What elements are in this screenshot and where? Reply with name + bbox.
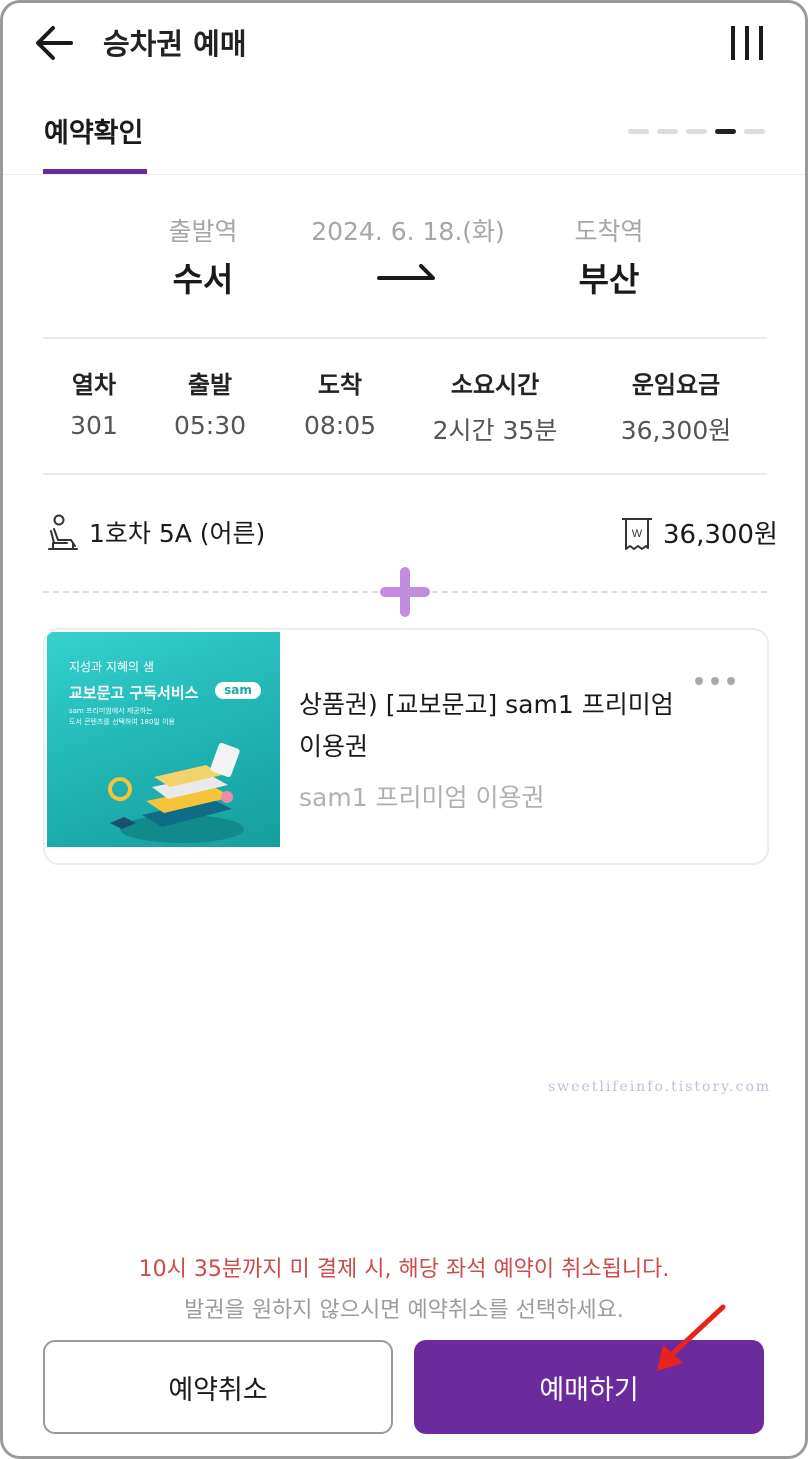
menu-icon — [731, 26, 763, 60]
product-subtitle: sam1 프리미엄 이용권 — [299, 783, 545, 812]
svg-text:W: W — [632, 528, 643, 540]
step-label: 예약확인 — [44, 118, 144, 149]
column-value: 2시간 35분 — [432, 416, 558, 445]
column-header: 소요시간 — [450, 371, 540, 399]
more-options-icon[interactable] — [693, 670, 737, 692]
tab-reservation-confirm: 예약확인 — [43, 107, 147, 175]
product-title: 상품권) [교보문고] sam1 프리미엄 이용권 — [299, 690, 674, 761]
purchase-button[interactable]: 예매하기 — [414, 1340, 764, 1434]
departure-station: 수서 — [172, 260, 234, 299]
divider — [3, 174, 805, 175]
divider — [43, 473, 767, 475]
cancel-reservation-button[interactable]: 예약취소 — [43, 1340, 393, 1434]
route-arrow-icon — [377, 264, 435, 280]
column-header: 운임요금 — [631, 371, 721, 399]
column-value: 08:05 — [303, 411, 377, 440]
step-dot-3 — [686, 129, 707, 134]
divider — [43, 337, 767, 339]
duration-column: 소요시간 2시간 35분 — [420, 365, 570, 447]
step-dot-1 — [628, 129, 649, 134]
watermark: sweetlifeinfo.tistory.com — [548, 1079, 772, 1095]
seat-icon — [48, 514, 78, 550]
arrival-label: 도착역 — [574, 217, 644, 246]
arrival-station: 부산 — [578, 260, 640, 299]
step-dot-4-active — [715, 129, 736, 134]
page-title: 승차권 예매 — [103, 27, 247, 61]
sam-logo: sam — [215, 682, 261, 699]
thumbnail-desc-line: sam 프리미엄에서 제공하는 — [69, 707, 153, 715]
seat-info: 1호차 5A (어른) — [89, 519, 266, 548]
cancel-guidance: 발권을 원하지 않으시면 예약취소를 선택하세요. — [184, 1298, 624, 1323]
departure-label: 출발역 — [168, 217, 238, 246]
step-indicator — [628, 129, 768, 135]
thumbnail-headline: 교보문고 구독서비스 — [69, 684, 199, 702]
departure-time-column: 출발 05:30 — [135, 365, 285, 440]
fare-column: 운임요금 36,300원 — [601, 365, 751, 447]
thumbnail-tagline: 지성과 지혜의 샘 — [69, 660, 154, 674]
column-header: 출발 — [187, 371, 233, 399]
arrival-time-column: 도착 08:05 — [265, 365, 415, 440]
books-illustration — [108, 742, 244, 843]
column-value: 36,300원 — [620, 416, 732, 445]
column-header: 도착 — [317, 371, 363, 399]
step-dot-2 — [657, 129, 678, 134]
travel-date: 2024. 6. 18.(화) — [311, 217, 505, 246]
menu-button[interactable] — [725, 21, 769, 65]
top-bar: 승차권 예매 — [3, 3, 805, 87]
payment-deadline-notice: 10시 35분까지 미 결제 시, 해당 좌석 예약이 취소됩니다. — [138, 1257, 670, 1282]
receipt-icon: W — [622, 518, 652, 550]
plus-icon — [380, 567, 430, 617]
thumbnail-desc-line: 도서 콘텐츠를 선택하여 180일 이용 — [69, 718, 175, 726]
step-dot-5 — [744, 129, 765, 134]
seat-price: 36,300원 — [663, 520, 778, 550]
thumbnail-description: sam 프리미엄에서 제공하는 도서 콘텐츠를 선택하여 180일 이용 — [69, 706, 175, 728]
back-arrow-icon — [36, 26, 73, 60]
back-button[interactable] — [31, 21, 79, 65]
product-thumbnail: 지성과 지혜의 샘 교보문고 구독서비스 sam sam 프리미엄에서 제공하는… — [47, 632, 280, 847]
column-value: 05:30 — [173, 411, 247, 440]
product-card[interactable]: 지성과 지혜의 샘 교보문고 구독서비스 sam sam 프리미엄에서 제공하는… — [43, 628, 769, 865]
app-screen: 승차권 예매 예약확인 출발역 수서 2024. 6. 18.(화) 도착역 부… — [0, 0, 808, 1459]
